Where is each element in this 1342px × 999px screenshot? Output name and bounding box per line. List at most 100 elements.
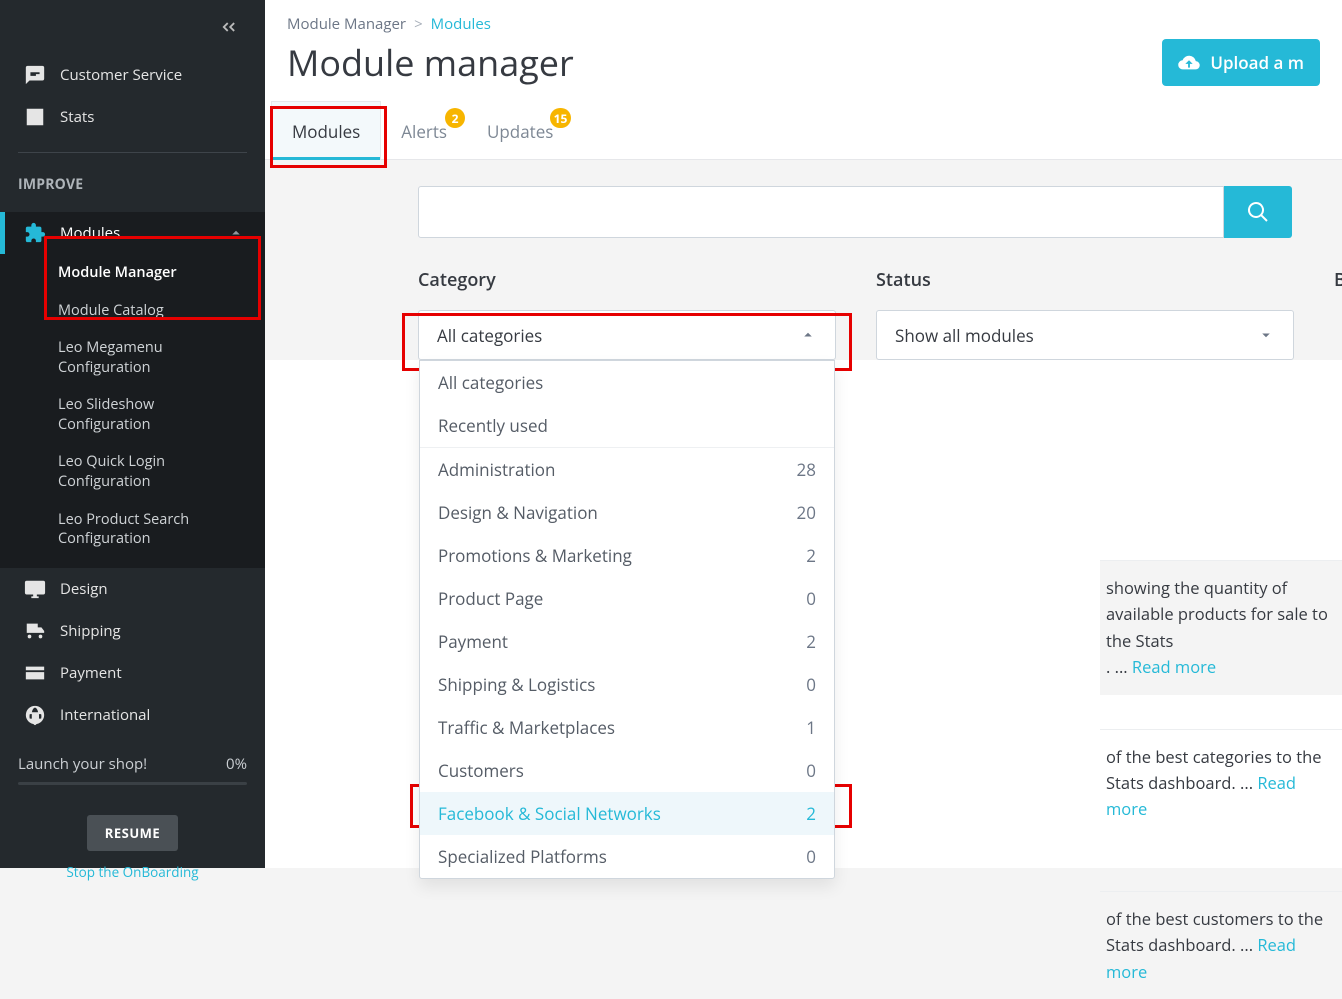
trailing-filter-label: B	[1334, 268, 1342, 360]
double-chevron-left-icon	[217, 16, 239, 38]
category-option-label: Administration	[438, 458, 555, 481]
category-option-label: Recently used	[438, 414, 548, 437]
status-label: Status	[876, 268, 1294, 292]
category-option-count: 2	[806, 544, 816, 567]
category-option[interactable]: Specialized Platforms0	[420, 835, 834, 878]
sidebar-item-shipping[interactable]: Shipping	[0, 610, 265, 652]
category-filter: Category All categories All categoriesRe…	[418, 268, 836, 360]
sidebar-item-stats[interactable]: Stats	[0, 96, 265, 138]
tab-updates[interactable]: Updates 15	[467, 102, 573, 159]
category-option-label: Shipping & Logistics	[438, 673, 595, 696]
category-value: All categories	[437, 324, 542, 347]
breadcrumb-separator: >	[414, 14, 423, 34]
category-option[interactable]: Design & Navigation 20	[420, 491, 834, 534]
sidebar-item-label: Shipping	[60, 621, 121, 641]
category-option-label: Specialized Platforms	[438, 845, 607, 868]
category-option-count: 0	[806, 587, 816, 610]
chat-icon	[24, 64, 46, 86]
tab-modules[interactable]: Modules	[271, 101, 381, 159]
category-option-count: 1	[806, 716, 816, 739]
category-option[interactable]: Shipping & Logistics 0	[420, 663, 834, 706]
tab-label: Modules	[292, 120, 360, 143]
category-option-label: Design & Navigation	[438, 501, 598, 524]
cloud-upload-icon	[1178, 52, 1200, 74]
snippet-text: showing the quantity of available produc…	[1106, 576, 1328, 652]
status-dropdown[interactable]: Show all modules	[876, 310, 1294, 360]
category-option[interactable]: Customers0	[420, 749, 834, 792]
breadcrumb: Module Manager > Modules	[265, 0, 1342, 38]
sidebar-collapse-button[interactable]	[0, 0, 265, 54]
category-option-count: 20	[797, 501, 816, 524]
desktop-icon	[24, 578, 46, 600]
launch-percent: 0%	[226, 754, 247, 774]
sidebar-item-design[interactable]: Design	[0, 568, 265, 610]
sidebar-item-label: Stats	[60, 107, 94, 127]
modules-submenu: Module Manager Module Catalog Leo Megame…	[0, 254, 265, 568]
upload-button-label: Upload a m	[1210, 51, 1304, 74]
puzzle-icon	[24, 222, 46, 244]
updates-badge: 15	[550, 108, 572, 128]
sidebar-item-payment[interactable]: Payment	[0, 652, 265, 694]
chevron-down-icon	[1257, 326, 1275, 344]
category-option[interactable]: Payment2	[420, 620, 834, 663]
search-input[interactable]	[418, 186, 1224, 238]
sidebar-item-international[interactable]: International	[0, 694, 265, 736]
filter-panel: Category All categories All categoriesRe…	[265, 160, 1342, 360]
category-option[interactable]: Recently used	[420, 404, 834, 448]
breadcrumb-current: Modules	[431, 14, 491, 34]
category-option-label: Customers	[438, 759, 524, 782]
search-button[interactable]	[1224, 186, 1292, 238]
main-area: Module Manager > Modules Module manager …	[265, 0, 1342, 868]
status-value: Show all modules	[895, 324, 1034, 347]
status-filter: Status Show all modules	[876, 268, 1294, 360]
active-accent	[0, 212, 5, 254]
category-option-count: 0	[806, 673, 816, 696]
resume-button[interactable]: RESUME	[87, 815, 178, 851]
sidebar-section-title: IMPROVE	[0, 153, 265, 212]
category-dropdown[interactable]: All categories All categoriesRecently us…	[418, 310, 836, 360]
submenu-leo-productsearch[interactable]: Leo Product Search Configuration	[0, 501, 265, 558]
sidebar-item-label: International	[60, 705, 150, 725]
sidebar-item-label: Modules	[60, 223, 213, 243]
launch-label: Launch your shop!	[18, 754, 147, 774]
read-more-link[interactable]: Read more	[1132, 655, 1216, 678]
snippet-text: . ...	[1106, 655, 1132, 678]
module-snippets: showing the quantity of available produc…	[1100, 560, 1342, 999]
category-option-label: Facebook & Social Networks	[438, 802, 661, 825]
category-option[interactable]: All categories	[420, 361, 834, 404]
tab-alerts[interactable]: Alerts 2	[381, 102, 467, 159]
category-option-count: 2	[806, 802, 816, 825]
chevron-up-icon	[799, 326, 817, 344]
tab-active-underline	[272, 157, 380, 160]
category-option[interactable]: Traffic & Marketplaces 1	[420, 706, 834, 749]
stop-onboarding-link[interactable]: Stop the OnBoarding	[66, 863, 198, 881]
truck-icon	[24, 620, 46, 642]
alerts-badge: 2	[445, 108, 465, 128]
tab-label: Alerts	[401, 120, 447, 143]
category-option[interactable]: Product Page0	[420, 577, 834, 620]
submenu-leo-quicklogin[interactable]: Leo Quick Login Configuration	[0, 443, 265, 500]
submenu-module-catalog[interactable]: Module Catalog	[0, 292, 265, 330]
sidebar-item-label: Customer Service	[60, 65, 182, 85]
snippet-row: showing the quantity of available produc…	[1100, 560, 1342, 695]
chevron-up-icon	[227, 224, 245, 242]
sidebar-item-label: Design	[60, 579, 108, 599]
submenu-leo-megamenu[interactable]: Leo Megamenu Configuration	[0, 329, 265, 386]
sidebar-item-modules[interactable]: Modules	[0, 212, 265, 254]
sidebar-item-customer-service[interactable]: Customer Service	[0, 54, 265, 96]
category-option-label: Promotions & Marketing	[438, 544, 632, 567]
sidebar-item-label: Payment	[60, 663, 122, 683]
category-option-label: Traffic & Marketplaces	[438, 716, 615, 739]
category-option[interactable]: Facebook & Social Networks 2	[420, 792, 834, 835]
category-option[interactable]: Administration28	[420, 448, 834, 491]
category-option[interactable]: Promotions & Marketing 2	[420, 534, 834, 577]
tabs: Modules Alerts 2 Updates 15	[265, 101, 1342, 160]
tab-label: Updates	[487, 120, 553, 143]
snippet-row: of the best categories to the Stats dash…	[1100, 729, 1342, 837]
submenu-leo-slideshow[interactable]: Leo Slideshow Configuration	[0, 386, 265, 443]
credit-card-icon	[24, 662, 46, 684]
breadcrumb-parent[interactable]: Module Manager	[287, 14, 406, 34]
upload-module-button[interactable]: Upload a m	[1162, 39, 1320, 86]
category-dropdown-menu: All categories Recently used Administratio…	[419, 360, 835, 879]
submenu-module-manager[interactable]: Module Manager	[0, 254, 265, 292]
